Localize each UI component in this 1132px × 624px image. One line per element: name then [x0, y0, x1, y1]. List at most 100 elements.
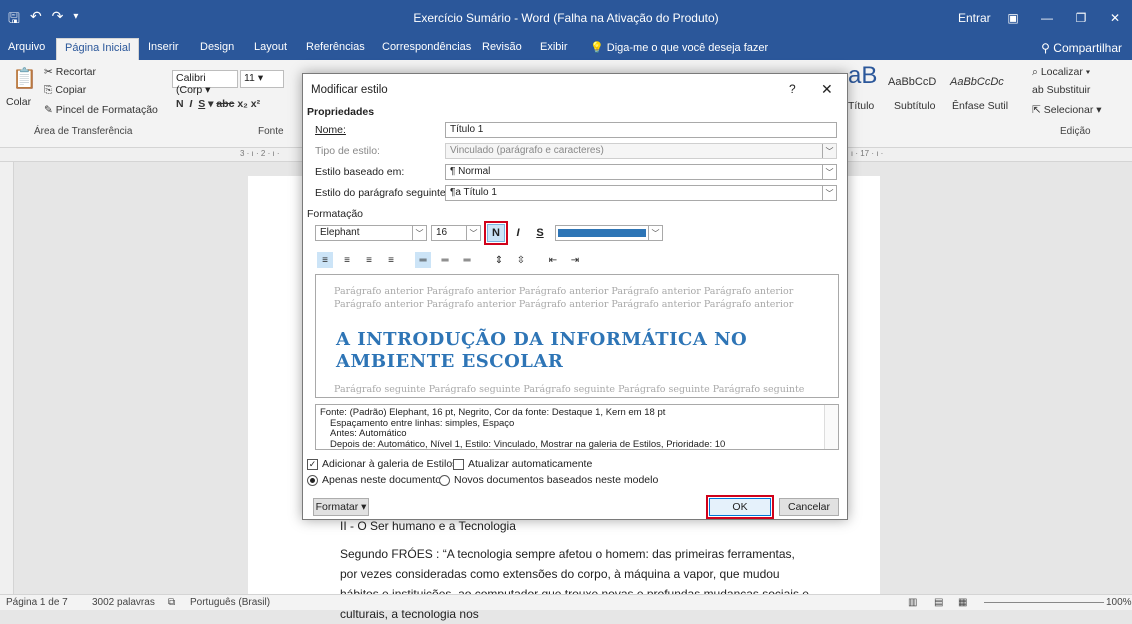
word-count[interactable]: 3002 palavras: [92, 597, 155, 608]
style-subtitle-label[interactable]: Subtítulo: [894, 100, 935, 112]
description-scrollbar[interactable]: [824, 405, 838, 449]
vertical-ruler[interactable]: [0, 162, 14, 594]
body-paragraph[interactable]: Segundo FRÓES : “A tecnologia sempre afe…: [340, 544, 810, 624]
tab-correspondencias[interactable]: Correspondências: [382, 41, 471, 53]
tab-arquivo[interactable]: Arquivo: [8, 41, 45, 53]
minimize-icon[interactable]: —: [1030, 0, 1064, 36]
name-label: Nome:: [315, 124, 346, 136]
align-left-icon[interactable]: ≡: [317, 252, 333, 268]
align-center-icon[interactable]: ≡: [339, 252, 355, 268]
copy-label: Copiar: [55, 84, 87, 96]
language-indicator[interactable]: Português (Brasil): [190, 597, 270, 608]
help-icon[interactable]: ?: [789, 82, 796, 96]
decrease-spacing-icon[interactable]: ⇳: [513, 252, 529, 268]
bold-button[interactable]: N: [484, 221, 508, 245]
font-size-combo[interactable]: 11 ▾: [240, 70, 284, 88]
underline-button[interactable]: S: [531, 224, 549, 242]
brush-icon: ✎: [44, 104, 53, 116]
maximize-icon[interactable]: ❐: [1064, 0, 1098, 36]
paragraph-format-toolbar: ≡ ≡ ≡ ≡ ═ ═ ═ ⇕ ⇳ ⇤ ⇥: [317, 252, 583, 270]
font-size-select[interactable]: 16 ﹀: [431, 225, 481, 241]
page-count[interactable]: Página 1 de 7: [6, 597, 68, 608]
font-color-select[interactable]: ﹀: [555, 225, 663, 241]
ok-button[interactable]: OK: [706, 495, 774, 519]
tell-me-box[interactable]: 💡 Diga-me o que você deseja fazer: [590, 41, 768, 54]
tab-exibir[interactable]: Exibir: [540, 41, 568, 53]
cut-button[interactable]: ✂ Recortar: [44, 66, 96, 78]
find-button[interactable]: ⌕ Localizar ▾: [1032, 66, 1090, 79]
align-right-icon[interactable]: ≡: [361, 252, 377, 268]
paste-icon[interactable]: 📋: [12, 66, 37, 91]
tab-design[interactable]: Design: [200, 41, 234, 53]
style-subtitle-preview[interactable]: AaBbCcD: [888, 76, 936, 88]
tab-referencias[interactable]: Referências: [306, 41, 365, 53]
select-button[interactable]: ⇱ Selecionar ▾: [1032, 104, 1102, 116]
format-painter-button[interactable]: ✎ Pincel de Formatação: [44, 104, 158, 116]
add-to-gallery-checkbox[interactable]: ✓ Adicionar à galeria de Estilos: [307, 458, 457, 470]
print-layout-icon[interactable]: ▤: [934, 597, 943, 608]
based-on-value: ¶ Normal: [450, 166, 491, 177]
auto-update-checkbox[interactable]: Atualizar automaticamente: [453, 458, 592, 470]
format-menu-button[interactable]: Formatar ▾: [313, 498, 369, 516]
next-style-select[interactable]: ¶a Título 1 ﹀: [445, 185, 837, 201]
chevron-down-icon: ﹀: [648, 225, 662, 241]
style-title-label[interactable]: Título: [848, 100, 874, 112]
increase-spacing-icon[interactable]: ⇕: [491, 252, 507, 268]
read-mode-icon[interactable]: ▥: [908, 597, 917, 608]
one-half-spacing-icon[interactable]: ═: [437, 252, 453, 268]
chevron-down-icon: ﹀: [822, 186, 836, 200]
new-documents-radio[interactable]: Novos documentos baseados neste modelo: [439, 474, 658, 486]
decrease-indent-icon[interactable]: ⇤: [545, 252, 561, 268]
select-label: Selecionar: [1043, 104, 1094, 116]
checkbox-checked-icon: ✓: [307, 458, 318, 470]
zoom-slider[interactable]: [984, 602, 1104, 603]
clipboard-group-label: Área de Transferência: [34, 126, 133, 137]
italic-button[interactable]: I: [509, 224, 527, 242]
find-label: Localizar: [1040, 66, 1083, 78]
close-icon[interactable]: ✕: [821, 81, 833, 98]
tab-layout[interactable]: Layout: [254, 41, 287, 53]
only-this-document-radio[interactable]: Apenas neste documento: [307, 474, 441, 486]
chevron-down-icon: ﹀: [822, 165, 836, 179]
based-on-select[interactable]: ¶ Normal ﹀: [445, 164, 837, 180]
tab-pagina-inicial[interactable]: Página Inicial: [56, 38, 140, 60]
zoom-level[interactable]: 100%: [1106, 597, 1132, 608]
cancel-button[interactable]: Cancelar: [779, 498, 839, 516]
font-color-swatch: [558, 229, 646, 237]
ruler-right-mark: · ı · 17 · ı ·: [846, 149, 884, 158]
font-group-label: Fonte: [258, 126, 284, 137]
style-emphasis-label[interactable]: Ênfase Sutil: [952, 100, 1008, 112]
double-spacing-icon[interactable]: ═: [459, 252, 475, 268]
scissors-icon: ✂: [44, 66, 53, 78]
style-emphasis-preview[interactable]: AaBbCcDc: [950, 76, 1004, 88]
bold-icon[interactable]: N I S ▾ abc x₂ x²: [176, 98, 260, 110]
preview-previous-paragraph: Parágrafo anterior Parágrafo anterior Pa…: [334, 286, 794, 310]
add-to-gallery-label: Adicionar à galeria de Estilos: [322, 458, 458, 470]
replace-button[interactable]: ab Substituir: [1032, 84, 1090, 96]
radio-empty-icon: [439, 474, 450, 486]
paste-label[interactable]: Colar: [6, 96, 31, 108]
ribbon-display-icon[interactable]: ▣: [996, 0, 1030, 36]
replace-icon: ab: [1032, 84, 1044, 96]
share-button[interactable]: ⚲ Compartilhar: [1035, 39, 1128, 57]
sign-in-link[interactable]: Entrar: [958, 11, 991, 25]
copy-button[interactable]: ⎘ Copiar: [44, 84, 86, 97]
ruler-left-mark: 3 · ı · 2 · ı ·: [240, 149, 280, 158]
next-style-label: Estilo do parágrafo seguinte:: [315, 187, 449, 199]
preview-heading: A INTRODUÇÃO DA INFORMÁTICA NO AMBIENTE …: [336, 329, 748, 372]
formatting-section-label: Formatação: [307, 208, 364, 220]
title-bar: 🖫 ↶ ↷ ▾ Exercício Sumário - Word (Falha …: [0, 0, 1132, 36]
style-name-input[interactable]: Título 1: [445, 122, 837, 138]
share-label: Compartilhar: [1053, 41, 1122, 55]
font-name-select[interactable]: Elephant ﹀: [315, 225, 427, 241]
justify-icon[interactable]: ≡: [383, 252, 399, 268]
increase-indent-icon[interactable]: ⇥: [567, 252, 583, 268]
proofing-icon[interactable]: ⧉: [168, 597, 175, 608]
font-name-combo[interactable]: Calibri (Corp ▾: [172, 70, 238, 96]
tab-revisao[interactable]: Revisão: [482, 41, 522, 53]
tab-inserir[interactable]: Inserir: [148, 41, 179, 53]
close-window-icon[interactable]: ✕: [1098, 0, 1132, 36]
style-type-value: Vinculado (parágrafo e caracteres): [450, 145, 604, 156]
single-spacing-icon[interactable]: ═: [415, 252, 431, 268]
web-layout-icon[interactable]: ▦: [958, 597, 967, 608]
